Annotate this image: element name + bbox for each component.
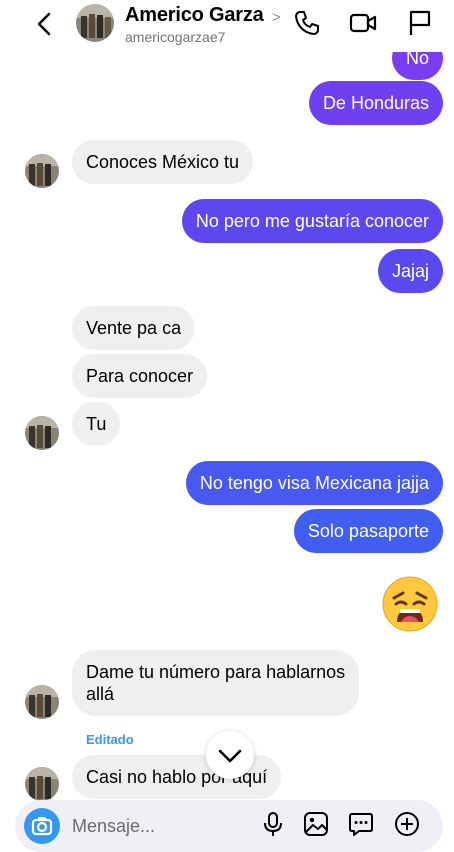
message-text: Tu	[86, 414, 107, 434]
microphone-icon[interactable]	[260, 811, 286, 837]
image-icon[interactable]	[303, 811, 329, 837]
message-input[interactable]: Mensaje...	[72, 816, 155, 837]
message-bubble-outgoing[interactable]: Jajaj	[377, 249, 443, 293]
sticker-message-icon[interactable]	[348, 811, 374, 837]
contact-name[interactable]: Americo Garza	[125, 4, 264, 27]
header-avatar[interactable]	[76, 4, 114, 42]
message-bubble-incoming[interactable]: Tu	[72, 402, 121, 446]
message-text: Para conocer	[86, 366, 194, 386]
message-bubble-outgoing[interactable]: No pero me gustaría conocer	[181, 199, 443, 243]
message-text: Jajaj	[391, 261, 429, 281]
message-bubble-outgoing[interactable]: De Honduras	[308, 81, 443, 125]
plus-circle-icon[interactable]	[394, 811, 420, 837]
chat-header: Americo Garza > americogarzae7	[0, 0, 454, 52]
message-bubble-outgoing[interactable]: No tengo visa Mexicana jajja	[185, 461, 443, 505]
message-text: Conoces México tu	[86, 152, 240, 172]
phone-icon[interactable]	[292, 8, 322, 38]
profile-chevron-icon[interactable]: >	[272, 9, 281, 26]
camera-icon	[31, 817, 53, 836]
sender-avatar[interactable]	[25, 154, 59, 188]
message-composer: Mensaje...	[15, 800, 443, 852]
back-chevron-icon[interactable]	[34, 10, 56, 38]
message-text: De Honduras	[322, 93, 429, 113]
camera-button[interactable]	[24, 808, 60, 844]
sender-avatar[interactable]	[25, 416, 59, 450]
chevron-down-icon	[218, 749, 242, 763]
scroll-to-bottom-button[interactable]	[206, 731, 254, 779]
message-text: No tengo visa Mexicana jajja	[199, 473, 429, 493]
message-text: Vente pa ca	[86, 318, 182, 338]
message-bubble-incoming[interactable]: Dame tu número para hablarnos allá	[72, 650, 360, 716]
message-bubble-incoming[interactable]: Para conocer	[72, 354, 208, 398]
message-bubble-incoming[interactable]: Vente pa ca	[72, 306, 196, 350]
sender-avatar[interactable]	[25, 767, 59, 801]
sender-avatar[interactable]	[25, 685, 59, 719]
contact-username[interactable]: americogarzae7	[125, 29, 225, 45]
edited-label: Editado	[86, 732, 134, 747]
weary-face-emoji[interactable]	[382, 576, 438, 632]
flag-icon[interactable]	[404, 8, 434, 38]
message-bubble-incoming[interactable]: Conoces México tu	[72, 140, 254, 184]
message-text: Solo pasaporte	[307, 521, 429, 541]
message-bubble-outgoing[interactable]: Solo pasaporte	[293, 509, 443, 553]
message-text-line: Dame tu número para hablarnos	[86, 662, 346, 682]
message-text-line: allá	[86, 684, 115, 704]
video-camera-icon[interactable]	[348, 8, 378, 38]
message-text: No pero me gustaría conocer	[195, 211, 429, 231]
